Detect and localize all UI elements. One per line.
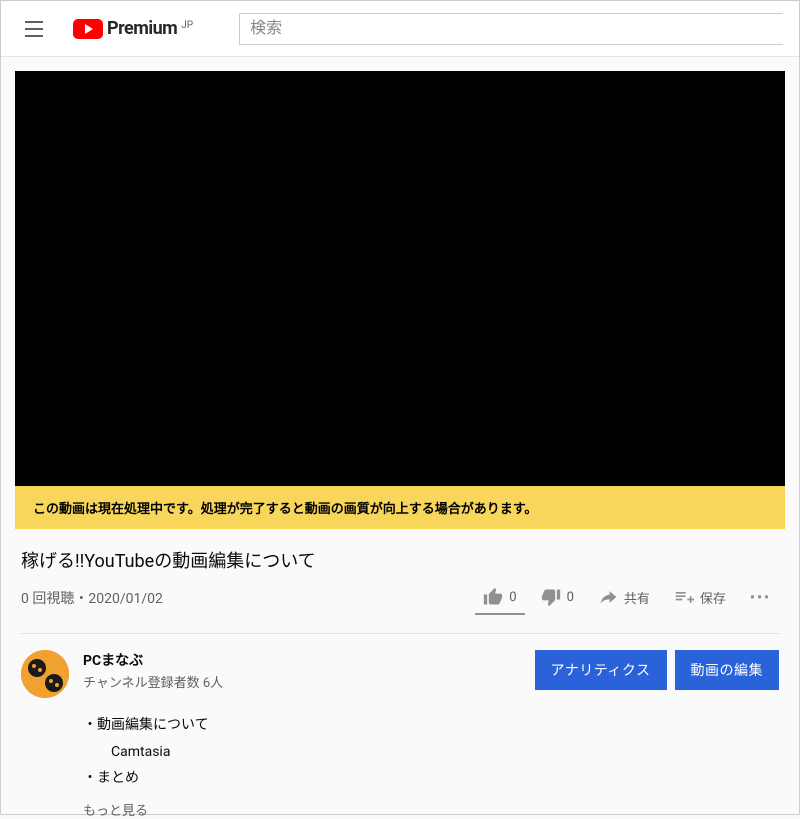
playlist-add-icon bbox=[674, 587, 694, 607]
youtube-icon bbox=[73, 19, 103, 39]
share-icon bbox=[598, 587, 618, 607]
analytics-button[interactable]: アナリティクス bbox=[535, 650, 667, 690]
more-actions-button[interactable]: ••• bbox=[742, 584, 779, 612]
description-line: Camtasia bbox=[111, 739, 785, 766]
thumbs-down-icon bbox=[541, 587, 561, 607]
processing-banner: この動画は現在処理中です。処理が完了すると動画の画質が向上する場合があります。 bbox=[15, 486, 785, 529]
content: この動画は現在処理中です。処理が完了すると動画の画質が向上する場合があります。 … bbox=[1, 57, 799, 819]
video-meta: 稼げる!!YouTubeの動画編集について 0 回視聴・2020/01/02 0… bbox=[15, 529, 785, 623]
save-button[interactable]: 保存 bbox=[666, 581, 734, 615]
show-more-button[interactable]: もっと見る bbox=[83, 800, 785, 819]
channel-info: PCまなぶ チャンネル登録者数 6人 bbox=[83, 650, 521, 691]
like-button[interactable]: 0 bbox=[475, 581, 524, 615]
header: Premium JP bbox=[1, 1, 799, 57]
description-line: ・動画編集について bbox=[83, 712, 785, 739]
banner-text: この動画は現在処理中です。処理が完了すると動画の画質が向上する場合があります。 bbox=[33, 502, 537, 517]
description-line: ・まとめ bbox=[83, 765, 785, 792]
share-button[interactable]: 共有 bbox=[590, 581, 658, 615]
more-horizontal-icon: ••• bbox=[750, 590, 771, 606]
views-date: 0 回視聴・2020/01/02 bbox=[21, 588, 475, 608]
dislike-count: 0 bbox=[567, 590, 574, 605]
video-description: ・動画編集について Camtasia ・まとめ bbox=[83, 712, 785, 792]
video-title: 稼げる!!YouTubeの動画編集について bbox=[21, 547, 779, 573]
dislike-button[interactable]: 0 bbox=[533, 581, 582, 615]
search-container bbox=[239, 13, 783, 45]
logo[interactable]: Premium JP bbox=[73, 18, 193, 39]
menu-icon[interactable] bbox=[17, 9, 57, 49]
stat-row: 0 回視聴・2020/01/02 0 0 bbox=[21, 581, 779, 615]
video-player[interactable] bbox=[15, 71, 785, 486]
country-code: JP bbox=[181, 20, 193, 31]
logo-text: Premium bbox=[107, 18, 177, 39]
video-actions: 0 0 共有 保 bbox=[475, 581, 779, 615]
like-count: 0 bbox=[509, 590, 516, 605]
channel-avatar[interactable] bbox=[21, 650, 69, 698]
channel-row: PCまなぶ チャンネル登録者数 6人 アナリティクス 動画の編集 bbox=[15, 634, 785, 698]
share-label: 共有 bbox=[624, 588, 650, 607]
channel-subscribers: チャンネル登録者数 6人 bbox=[83, 672, 521, 691]
search-input[interactable] bbox=[239, 13, 783, 45]
owner-buttons: アナリティクス 動画の編集 bbox=[535, 650, 779, 690]
edit-video-button[interactable]: 動画の編集 bbox=[675, 650, 780, 690]
save-label: 保存 bbox=[700, 588, 726, 607]
channel-name[interactable]: PCまなぶ bbox=[83, 650, 521, 670]
thumbs-up-icon bbox=[483, 587, 503, 607]
